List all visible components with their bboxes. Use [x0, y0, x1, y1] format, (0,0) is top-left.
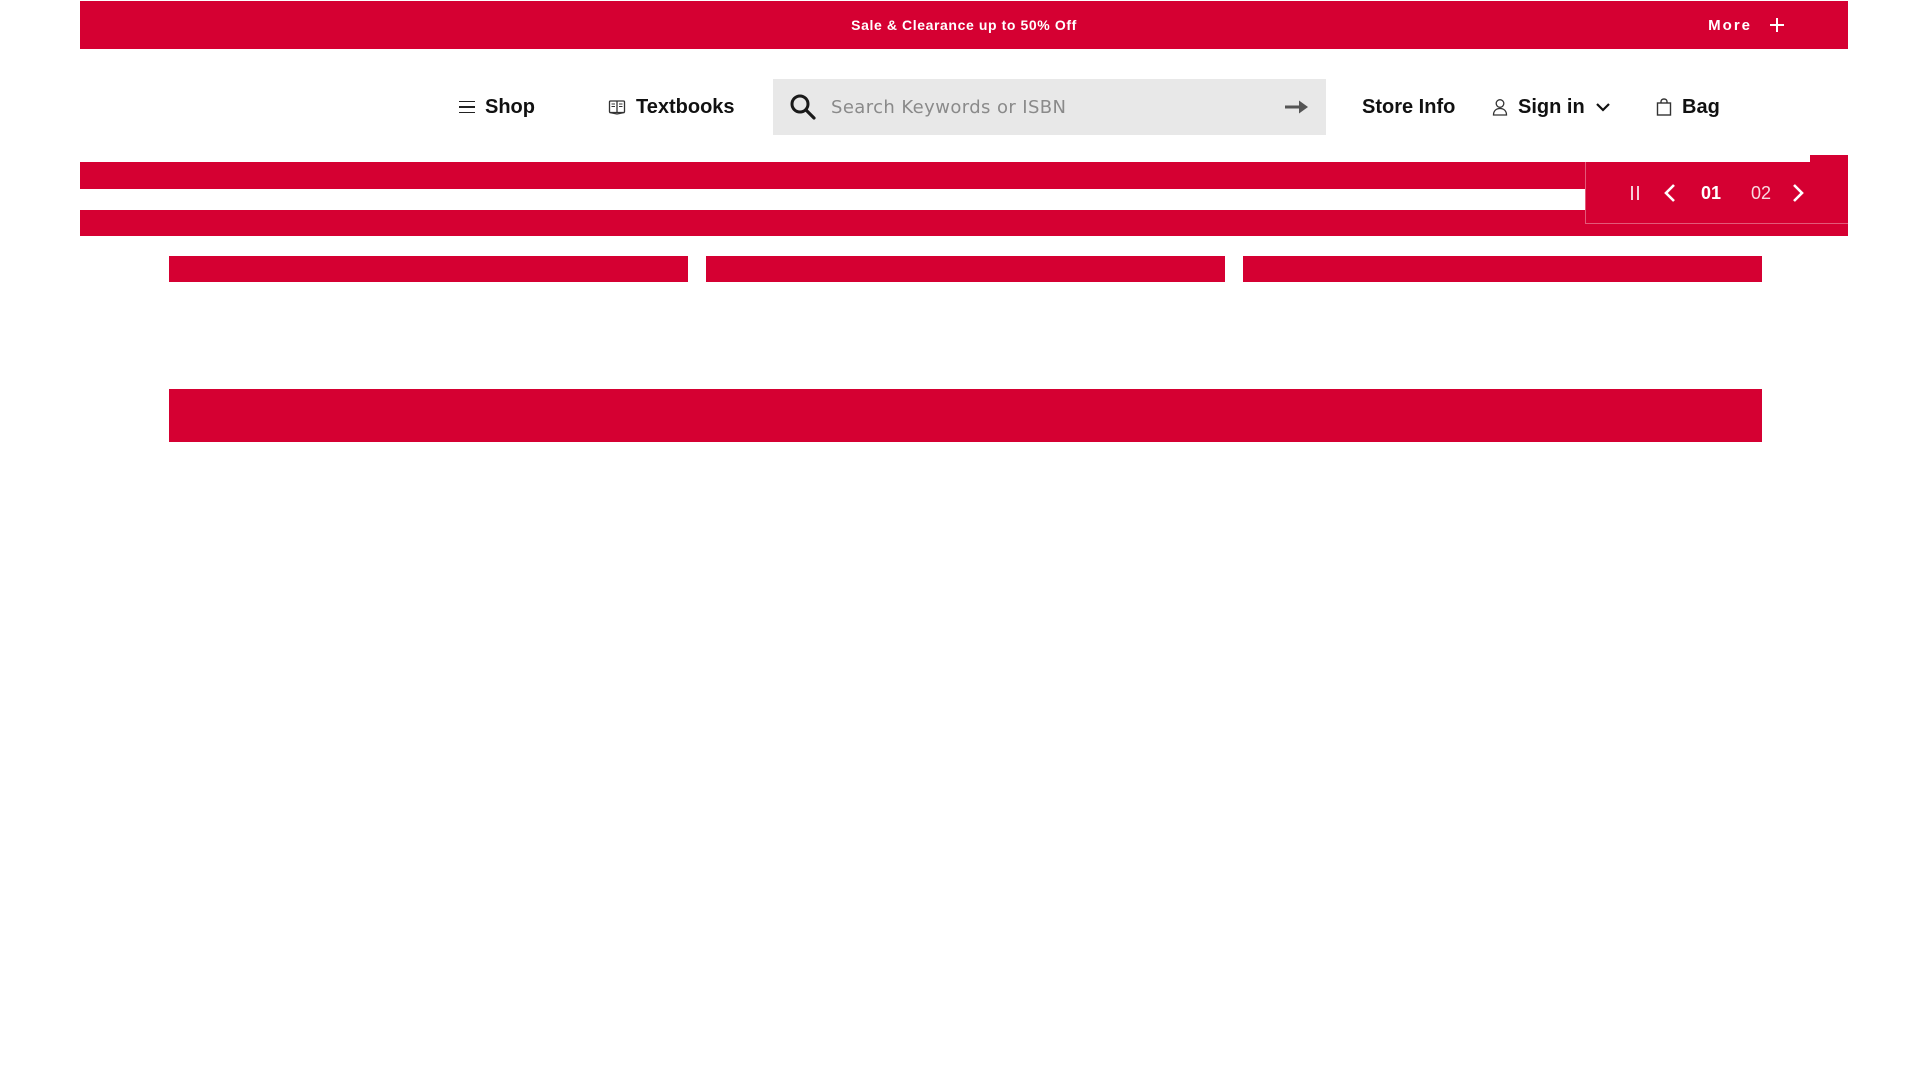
- search-icon[interactable]: [789, 93, 817, 121]
- carousel-page-next[interactable]: 02: [1748, 162, 1774, 224]
- sign-in-button[interactable]: Sign in: [1492, 79, 1611, 135]
- shop-label: Shop: [485, 95, 535, 118]
- chevron-right-icon: [1791, 183, 1805, 203]
- site-header: Shop Textbooks Search Keywords or ISBN S…: [80, 79, 1848, 135]
- bag-icon: [1656, 98, 1672, 116]
- arrow-right-icon[interactable]: [1284, 99, 1310, 115]
- pause-icon: [1628, 184, 1642, 202]
- book-icon: [608, 98, 626, 116]
- hamburger-icon: [459, 100, 475, 114]
- promo-card-2[interactable]: [706, 256, 1225, 282]
- sign-in-label: Sign in: [1518, 95, 1585, 118]
- promo-card-3[interactable]: [1243, 256, 1762, 282]
- store-info-link[interactable]: Store Info: [1362, 79, 1455, 135]
- search-input[interactable]: [831, 79, 1272, 135]
- user-icon: [1492, 98, 1508, 116]
- chevron-left-icon: [1663, 183, 1677, 203]
- promo-more-label: More: [1708, 16, 1752, 34]
- search-bar: [773, 79, 1326, 135]
- promo-card-1[interactable]: [169, 256, 688, 282]
- hero-band-top: [80, 162, 1848, 189]
- textbooks-link[interactable]: Textbooks: [608, 79, 735, 135]
- promo-banner: Sale & Clearance up to 50% Off More: [80, 1, 1848, 49]
- plus-icon: [1770, 18, 1784, 32]
- carousel-page-current[interactable]: 01: [1698, 162, 1724, 224]
- bag-label: Bag: [1682, 95, 1720, 118]
- carousel-controls: 01 02: [1585, 162, 1848, 224]
- content-banner[interactable]: [169, 389, 1762, 442]
- store-info-label: Store Info: [1362, 95, 1456, 118]
- page: Sale & Clearance up to 50% Off More Shop: [0, 0, 1920, 1080]
- carousel-prev-button[interactable]: [1662, 162, 1678, 224]
- chevron-down-icon: [1595, 101, 1611, 113]
- promo-more-button[interactable]: More: [1708, 1, 1784, 49]
- textbooks-label: Textbooks: [636, 95, 735, 118]
- hero-band-bottom: [80, 210, 1848, 236]
- shop-menu-button[interactable]: Shop: [459, 79, 535, 135]
- promo-text[interactable]: Sale & Clearance up to 50% Off: [80, 1, 1848, 49]
- carousel-pause-button[interactable]: [1626, 162, 1644, 224]
- carousel-next-button[interactable]: [1790, 162, 1806, 224]
- bag-button[interactable]: Bag: [1656, 79, 1720, 135]
